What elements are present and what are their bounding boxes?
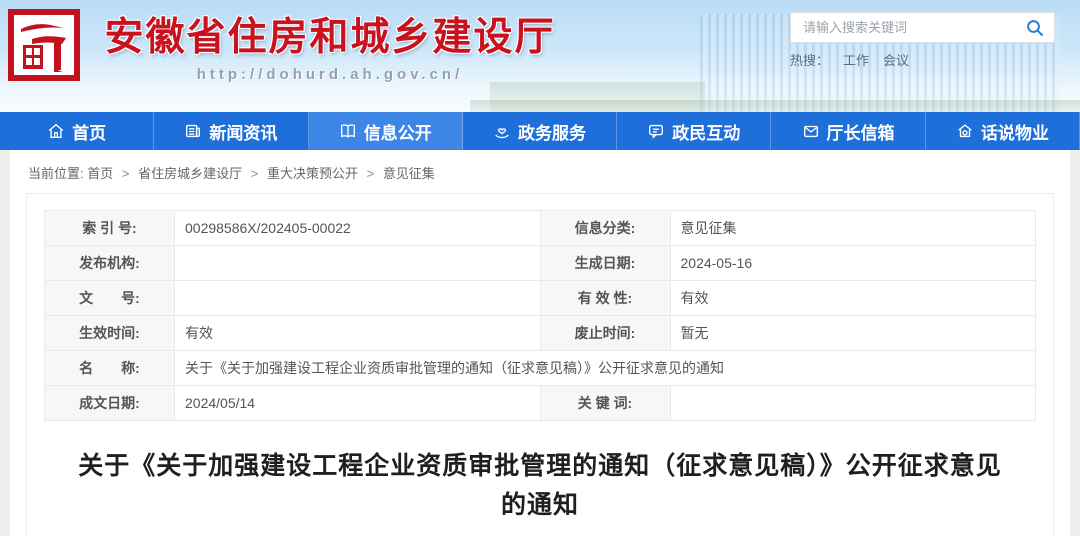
breadcrumb-home[interactable]: 首页 — [87, 166, 113, 181]
nav-item-director-mailbox[interactable]: 厅长信箱 — [771, 112, 925, 150]
article-title: 关于《关于加强建设工程企业资质审批管理的通知（征求意见稿）》公开征求意见的通知 — [74, 447, 1006, 525]
meta-value-info-category: 意见征集 — [670, 211, 1036, 246]
nav-item-label: 政务服务 — [518, 119, 586, 144]
table-row: 名 称: 关于《关于加强建设工程企业资质审批管理的通知（征求意见稿）》公开征求意… — [45, 351, 1036, 386]
meta-label-effective-time: 生效时间: — [45, 316, 175, 351]
hot-search-row: 热搜： 工作 会议 — [790, 50, 1055, 69]
meta-value-effective-time: 有效 — [175, 316, 541, 351]
nav-item-property-talk[interactable]: 话说物业 — [926, 112, 1080, 150]
home-icon — [47, 122, 65, 140]
chat-bubble-icon — [647, 122, 665, 140]
site-title: 安徽省住房和城乡建设厅 — [90, 6, 570, 62]
table-row: 发布机构: 生成日期: 2024-05-16 — [45, 246, 1036, 281]
site-url: http://dohurd.ah.gov.cn/ — [90, 66, 570, 83]
meta-value-generated-date: 2024-05-16 — [670, 246, 1036, 281]
meta-value-name: 关于《关于加强建设工程企业资质审批管理的通知（征求意见稿）》公开征求意见的通知 — [175, 351, 1036, 386]
nav-item-label: 话说物业 — [981, 119, 1049, 144]
meta-label-name: 名 称: — [45, 351, 175, 386]
meta-label-validity: 有 效 性: — [540, 281, 670, 316]
nav-item-label: 政民互动 — [672, 119, 740, 144]
search-input[interactable] — [803, 20, 1024, 35]
nav-item-info-disclosure[interactable]: 信息公开 — [309, 112, 463, 150]
mailbox-icon — [802, 122, 820, 140]
meta-label-publisher: 发布机构: — [45, 246, 175, 281]
nav-item-interaction[interactable]: 政民互动 — [617, 112, 771, 150]
site-logo[interactable] — [8, 9, 80, 81]
main-content: 当前位置: 首页 > 省住房城乡建设厅 > 重大决策预公开 > 意见征集 索 引… — [10, 150, 1070, 536]
document-detail-panel: 索 引 号: 00298586X/202405-00022 信息分类: 意见征集… — [26, 193, 1054, 536]
meta-value-abolish-time: 暂无 — [670, 316, 1036, 351]
header-trees-image — [470, 100, 1080, 112]
nav-item-label: 首页 — [72, 119, 106, 144]
breadcrumb-prefix: 当前位置: — [28, 166, 87, 181]
nav-item-label: 信息公开 — [364, 119, 432, 144]
table-row: 成文日期: 2024/05/14 关 键 词: — [45, 386, 1036, 421]
meta-label-written-date: 成文日期: — [45, 386, 175, 421]
seal-logo-icon — [8, 9, 80, 81]
meta-label-doc-number: 文 号: — [45, 281, 175, 316]
nav-item-news[interactable]: 新闻资讯 — [154, 112, 308, 150]
breadcrumb-opinion-collection[interactable]: 意见征集 — [383, 166, 435, 181]
breadcrumb-pre-disclosure[interactable]: 重大决策预公开 — [267, 166, 358, 181]
breadcrumb: 当前位置: 首页 > 省住房城乡建设厅 > 重大决策预公开 > 意见征集 — [10, 150, 1070, 193]
nav-item-home[interactable]: 首页 — [0, 112, 154, 150]
breadcrumb-separator: > — [367, 166, 375, 181]
table-row: 文 号: 有 效 性: 有效 — [45, 281, 1036, 316]
breadcrumb-separator: > — [122, 166, 130, 181]
meta-value-publisher — [175, 246, 541, 281]
search-box[interactable] — [790, 12, 1055, 43]
meta-value-written-date: 2024/05/14 — [175, 386, 541, 421]
meta-label-index-number: 索 引 号: — [45, 211, 175, 246]
meta-label-abolish-time: 废止时间: — [540, 316, 670, 351]
news-icon — [184, 122, 202, 140]
service-hands-icon — [493, 122, 511, 140]
hot-search-link-meeting[interactable]: 会议 — [883, 50, 909, 69]
nav-item-label: 厅长信箱 — [827, 119, 895, 144]
meta-value-doc-number — [175, 281, 541, 316]
nav-item-label: 新闻资讯 — [209, 119, 277, 144]
breadcrumb-department[interactable]: 省住房城乡建设厅 — [138, 166, 242, 181]
meta-label-keywords: 关 键 词: — [540, 386, 670, 421]
hot-search-link-work[interactable]: 工作 — [843, 50, 869, 69]
search-icon[interactable] — [1024, 17, 1046, 39]
main-nav: 首页 新闻资讯 信息公开 政务服务 — [0, 112, 1080, 150]
table-row: 生效时间: 有效 废止时间: 暂无 — [45, 316, 1036, 351]
document-meta-table: 索 引 号: 00298586X/202405-00022 信息分类: 意见征集… — [44, 210, 1036, 421]
site-header: 安徽省住房和城乡建设厅 http://dohurd.ah.gov.cn/ 热搜：… — [0, 0, 1080, 112]
table-row: 索 引 号: 00298586X/202405-00022 信息分类: 意见征集 — [45, 211, 1036, 246]
nav-item-gov-services[interactable]: 政务服务 — [463, 112, 617, 150]
hot-search-label: 热搜： — [790, 50, 829, 69]
meta-value-validity: 有效 — [670, 281, 1036, 316]
meta-label-info-category: 信息分类: — [540, 211, 670, 246]
brand-block: 安徽省住房和城乡建设厅 http://dohurd.ah.gov.cn/ — [90, 6, 570, 83]
meta-value-keywords — [670, 386, 1036, 421]
house-gear-icon — [956, 122, 974, 140]
meta-value-index-number: 00298586X/202405-00022 — [175, 211, 541, 246]
search-area: 热搜： 工作 会议 — [790, 12, 1055, 69]
meta-label-generated-date: 生成日期: — [540, 246, 670, 281]
open-book-icon — [339, 122, 357, 140]
breadcrumb-separator: > — [251, 166, 259, 181]
